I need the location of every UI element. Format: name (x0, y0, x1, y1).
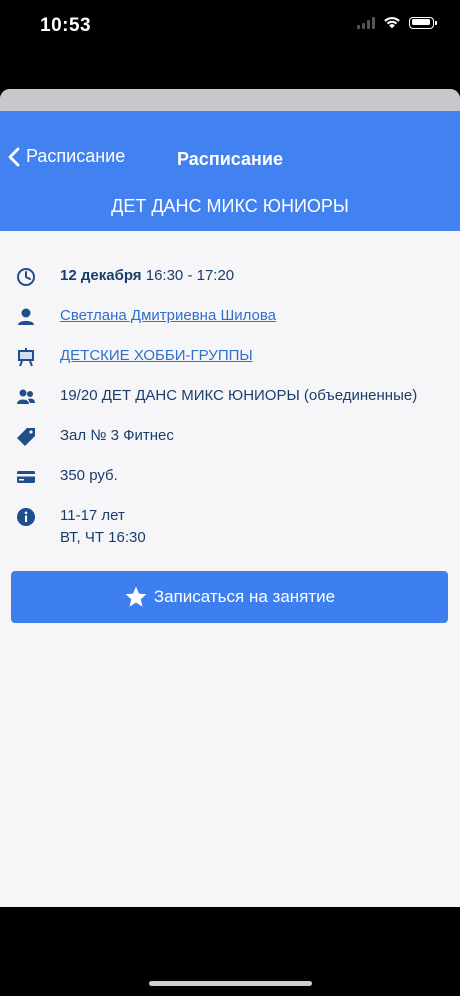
battery-icon (409, 16, 437, 29)
enroll-button-label: Записаться на занятие (153, 587, 336, 606)
date-text: 12 декабря (60, 267, 142, 284)
status-time: 10:53 (40, 15, 92, 36)
row-trainer: Светлана Дмитриевна Шилова (0, 297, 460, 337)
signal-icon (357, 16, 375, 29)
wifi-icon (384, 17, 400, 29)
info-schedule: ВТ, ЧТ 16:30 (60, 529, 146, 546)
details-list: 12 декабря 16:30 - 17:20 Светлана Дмитри… (0, 231, 460, 557)
row-category: ДЕТСКИЕ ХОББИ-ГРУППЫ (0, 337, 460, 377)
time-range: 16:30 - 17:20 (145, 267, 235, 284)
nav-title: Расписание (177, 149, 283, 169)
category-link[interactable]: ДЕТСКИЕ ХОББИ-ГРУППЫ (60, 347, 253, 364)
row-group: 19/20 ДЕТ ДАНС МИКС ЮНИОРЫ (объединенные… (0, 377, 460, 417)
row-info: 11-17 лет ВТ, ЧТ 16:30 (0, 497, 460, 557)
group-text: 19/20 ДЕТ ДАНС МИКС ЮНИОРЫ (объединенные… (60, 387, 418, 404)
star-icon (125, 586, 147, 607)
card-icon (17, 471, 35, 483)
people-icon (17, 389, 35, 404)
easel-icon (18, 348, 34, 367)
person-icon (18, 308, 34, 325)
sheet-top-strip (0, 89, 460, 111)
trainer-link[interactable]: Светлана Дмитриевна Шилова (60, 307, 276, 324)
row-location: Зал № 3 Фитнес (0, 417, 460, 457)
row-price: 350 руб. (0, 457, 460, 497)
info-age: 11-17 лет (60, 507, 125, 524)
time-text: 12 декабря 16:30 - 17:20 (60, 265, 234, 287)
enroll-button[interactable]: Записаться на занятие (11, 571, 448, 623)
clock-icon (17, 268, 35, 286)
info-text: 11-17 лет ВТ, ЧТ 16:30 (60, 505, 146, 549)
nav-subtitle: ДЕТ ДАНС МИКС ЮНИОРЫ (111, 196, 349, 216)
location-text: Зал № 3 Фитнес (60, 427, 174, 444)
row-time: 12 декабря 16:30 - 17:20 (0, 257, 460, 297)
tag-icon (17, 428, 35, 446)
home-indicator (149, 981, 312, 986)
modal-sheet: Расписание Расписание ДЕТ ДАНС МИКС ЮНИО… (0, 89, 460, 907)
price-text: 350 руб. (60, 467, 118, 484)
status-bar: 10:53 (0, 0, 460, 52)
info-icon (17, 508, 35, 526)
status-icons (357, 16, 437, 29)
nav-bar: Расписание Расписание ДЕТ ДАНС МИКС ЮНИО… (0, 111, 460, 231)
